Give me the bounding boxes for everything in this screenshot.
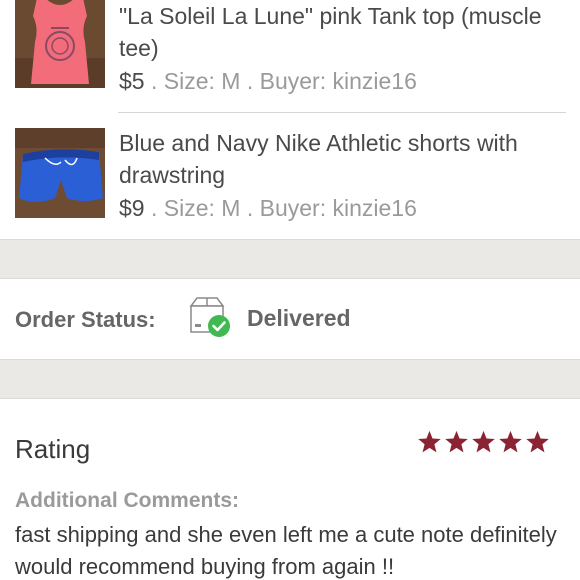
list-item[interactable]: Blue and Navy Nike Athletic shorts with … — [0, 113, 580, 240]
section-spacer — [0, 240, 580, 278]
comments-label: Additional Comments: — [15, 489, 239, 512]
rating-card: Rating Additional Comments: fast shippin… — [0, 398, 580, 580]
item-size-buyer: . Size: M . Buyer: kinzie16 — [144, 68, 417, 94]
star-icon — [445, 430, 468, 453]
sold-items-card: "La Soleil La Lune" pink Tank top (muscl… — [0, 0, 580, 240]
star-icon — [418, 430, 441, 453]
rating-stars — [417, 430, 550, 454]
pink-tank-top-photo — [15, 0, 105, 88]
rating-label: Rating — [15, 434, 91, 464]
item-title[interactable]: Blue and Navy Nike Athletic shorts with … — [119, 127, 560, 191]
item-details: $5 . Size: M . Buyer: kinzie16 — [119, 64, 560, 98]
order-status-card: Order Status: Delivered — [0, 278, 580, 360]
item-size-buyer: . Size: M . Buyer: kinzie16 — [144, 195, 417, 221]
star-icon — [472, 430, 495, 453]
blue-shorts-photo — [15, 128, 105, 218]
item-thumbnail[interactable] — [15, 128, 105, 218]
delivered-box-check-icon — [188, 296, 234, 338]
item-price: $9 — [119, 195, 145, 221]
item-details: $9 . Size: M . Buyer: kinzie16 — [119, 191, 560, 225]
list-item[interactable]: "La Soleil La Lune" pink Tank top (muscl… — [0, 0, 580, 112]
comments-text: fast shipping and she even left me a cut… — [15, 522, 557, 579]
item-price: $5 — [119, 68, 145, 94]
order-status-value: Delivered — [247, 305, 351, 331]
order-status-label: Order Status: — [15, 307, 156, 332]
star-icon — [499, 430, 522, 453]
star-icon — [526, 430, 549, 453]
section-spacer — [0, 360, 580, 398]
item-thumbnail[interactable] — [15, 0, 105, 88]
item-title[interactable]: "La Soleil La Lune" pink Tank top (muscl… — [119, 0, 560, 64]
